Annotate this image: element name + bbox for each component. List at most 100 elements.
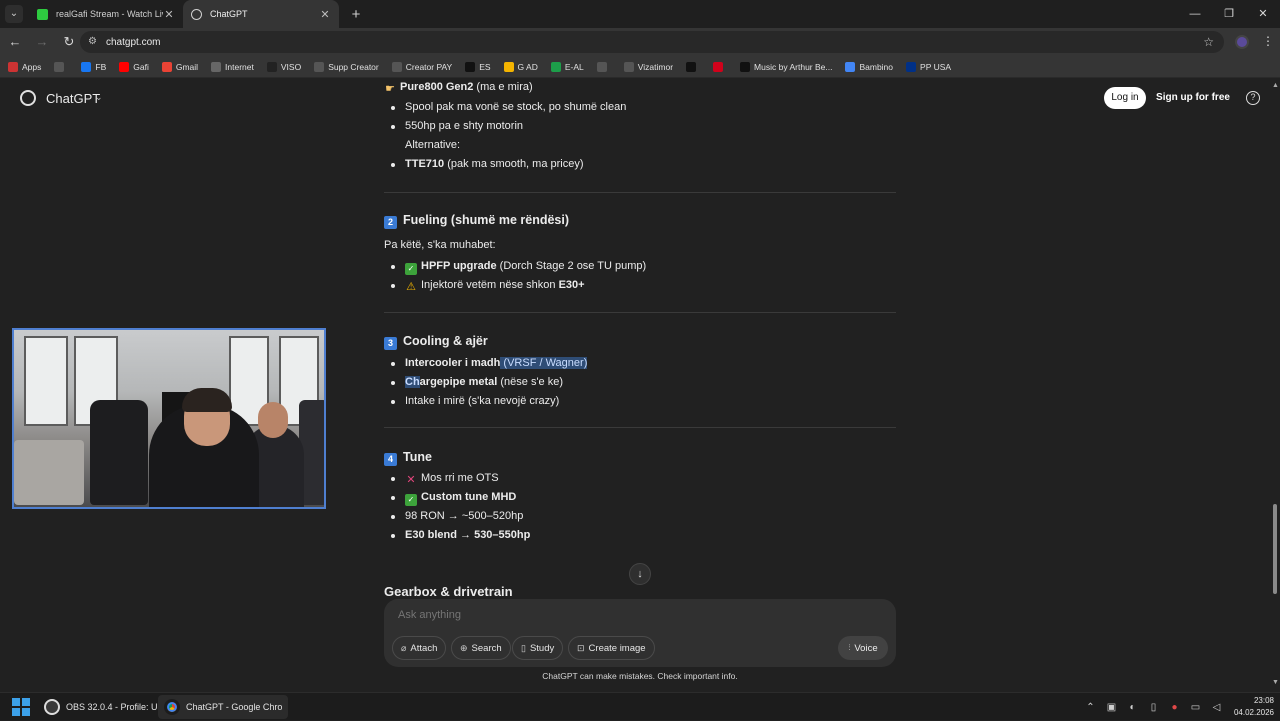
kick-favicon-icon — [37, 8, 48, 20]
sign-up-button[interactable]: Sign up for free — [1152, 87, 1234, 109]
system-clock[interactable]: 23:08 04.02.2026 — [1222, 695, 1274, 719]
bookmark-favicon-icon — [266, 61, 277, 72]
list-item: ⚠ Injektorë vetëm nëse shkon E30+ — [406, 279, 585, 293]
bullet — [391, 400, 395, 404]
new-tab-button[interactable]: + — [345, 6, 367, 23]
voice-button[interactable]: ⫶ Voice — [838, 636, 888, 660]
browser-menu-icon[interactable]: ⋮ — [1262, 34, 1274, 48]
list-item: ✕ Mos rri me OTS — [406, 472, 499, 486]
number-3-icon: 3 — [384, 337, 397, 350]
bookmark-item[interactable]: Internet — [211, 61, 254, 72]
microphone-icon[interactable]: ● — [1164, 702, 1185, 713]
clock-time: 23:08 — [1253, 696, 1274, 705]
tab-realgafi[interactable]: realGafi Stream - Watch Live on ✕ — [29, 0, 183, 28]
scroll-up-icon[interactable]: ▲ — [1272, 82, 1279, 89]
bookmark-item[interactable]: PP USA — [906, 61, 951, 72]
bookmark-item[interactable] — [596, 61, 611, 72]
study-button[interactable]: ▯ Study — [512, 636, 564, 660]
webcam-sofa-shape — [14, 440, 84, 505]
tray-app-icon[interactable]: ◐ — [1122, 702, 1143, 713]
windows-taskbar: OBS 32.0.4 - Profile: Unt ChatGPT - Goog… — [0, 692, 1280, 720]
list-item: Intercooler i madh (VRSF / Wagner) — [405, 357, 588, 369]
divider — [384, 427, 896, 428]
search-button[interactable]: ⊕ Search — [451, 636, 511, 660]
taskbar-app-chrome[interactable]: ChatGPT - Google Chro — [158, 695, 289, 719]
bookmark-item[interactable]: Vizatimor — [623, 61, 673, 72]
bullet — [391, 381, 395, 385]
tab-search-button[interactable]: ⌄ — [5, 5, 23, 23]
minimize-icon[interactable]: — — [1178, 0, 1212, 28]
bullet — [391, 163, 395, 167]
bookmark-item[interactable]: Gmail — [161, 61, 199, 72]
bullet — [391, 106, 395, 110]
taskbar-app-obs[interactable]: OBS 32.0.4 - Profile: Unt — [38, 695, 171, 719]
chatgpt-logo-icon — [20, 90, 36, 106]
bookmark-item[interactable]: G AD — [503, 61, 538, 72]
disclaimer-text: ChatGPT can make mistakes. Check importa… — [542, 671, 738, 681]
bookmark-item[interactable] — [686, 61, 700, 72]
reload-button[interactable]: ↻ — [57, 30, 81, 54]
scroll-to-bottom-button[interactable]: ↓ — [629, 563, 651, 585]
bookmark-item[interactable]: Creator PAY — [391, 61, 452, 72]
bookmark-label: Gmail — [175, 61, 199, 72]
close-tab-icon[interactable]: ✕ — [163, 8, 175, 21]
bullet — [391, 496, 395, 500]
battery-icon[interactable]: ▯ — [1143, 702, 1164, 713]
alternative-label: Alternative: — [405, 139, 461, 151]
attach-button[interactable]: ⌀ Attach — [392, 636, 447, 660]
bookmark-favicon-icon — [391, 61, 402, 72]
obs-icon — [44, 699, 60, 715]
bookmark-favicon-icon — [81, 61, 92, 72]
bookmark-item[interactable]: Gafi — [119, 61, 149, 72]
log-in-button[interactable]: Log in — [1104, 87, 1146, 109]
webcam-window-shape — [24, 336, 68, 426]
list-item: ✓ Custom tune MHD — [405, 491, 516, 506]
model-selector[interactable]: ChatGPT — [46, 91, 100, 106]
site-info-icon[interactable]: ⚙ — [88, 37, 102, 47]
section-heading: 2 Fueling (shumë me rëndësi) — [384, 213, 569, 229]
bookmark-favicon-icon — [686, 61, 697, 72]
url-text[interactable]: chatgpt.com — [106, 37, 160, 48]
prompt-input[interactable] — [398, 609, 878, 621]
create-image-button[interactable]: ⊡ Create image — [568, 636, 655, 660]
webcam-person-shape — [258, 402, 288, 438]
bookmark-star-icon[interactable]: ☆ — [1203, 35, 1214, 49]
webcam-chair-shape — [90, 400, 148, 505]
bookmark-item[interactable]: Supp Creator — [314, 61, 379, 72]
browser-tab-strip: ⌄ realGafi Stream - Watch Live on ✕ Chat… — [0, 0, 1280, 28]
bookmark-item[interactable]: FB — [81, 61, 106, 72]
close-window-icon[interactable]: ✕ — [1246, 0, 1280, 28]
bookmark-item[interactable]: Music by Arthur Be... — [740, 61, 833, 72]
bookmark-item[interactable]: Bambino — [845, 61, 893, 72]
windows-start-icon[interactable] — [12, 698, 30, 716]
scroll-thumb[interactable] — [1273, 504, 1277, 594]
bookmark-item[interactable] — [54, 61, 68, 72]
back-button[interactable]: ← — [3, 30, 27, 54]
display-icon[interactable]: ▭ — [1185, 702, 1206, 713]
bookmark-item[interactable]: VISO — [266, 61, 301, 72]
bullet — [391, 284, 395, 288]
bullet — [391, 125, 395, 129]
tray-app-icon[interactable]: ▣ — [1101, 702, 1122, 713]
url-bar[interactable]: ⚙ chatgpt.com ☆ — [80, 31, 1224, 53]
tab-title: realGafi Stream - Watch Live on — [56, 9, 163, 19]
bookmark-label: Music by Arthur Be... — [754, 61, 833, 72]
chatgpt-page: ChatGPT ⌄ Log in Sign up for free ? ▲ ▼ … — [0, 79, 1280, 692]
forward-button[interactable]: → — [30, 30, 54, 54]
tab-chatgpt[interactable]: ChatGPT ✕ — [183, 0, 339, 28]
page-scrollbar[interactable]: ▲ ▼ — [1270, 79, 1280, 692]
close-tab-icon[interactable]: ✕ — [319, 8, 331, 21]
profile-avatar[interactable] — [1235, 35, 1249, 49]
bullet — [391, 515, 395, 519]
restore-icon[interactable]: ❐ — [1212, 0, 1246, 28]
tray-overflow-icon[interactable]: ⌃ — [1080, 702, 1101, 713]
bookmark-item[interactable] — [713, 61, 727, 72]
chevron-down-icon[interactable]: ⌄ — [95, 92, 103, 103]
bookmark-item[interactable]: Apps — [8, 61, 41, 72]
bookmark-item[interactable]: ES — [465, 61, 491, 72]
help-icon[interactable]: ? — [1246, 91, 1260, 105]
clock-date: 04.02.2026 — [1233, 708, 1274, 717]
bookmark-favicon-icon — [713, 61, 724, 72]
bookmark-item[interactable]: E-AL — [550, 61, 584, 72]
check-mark-icon: ✓ — [405, 263, 417, 275]
